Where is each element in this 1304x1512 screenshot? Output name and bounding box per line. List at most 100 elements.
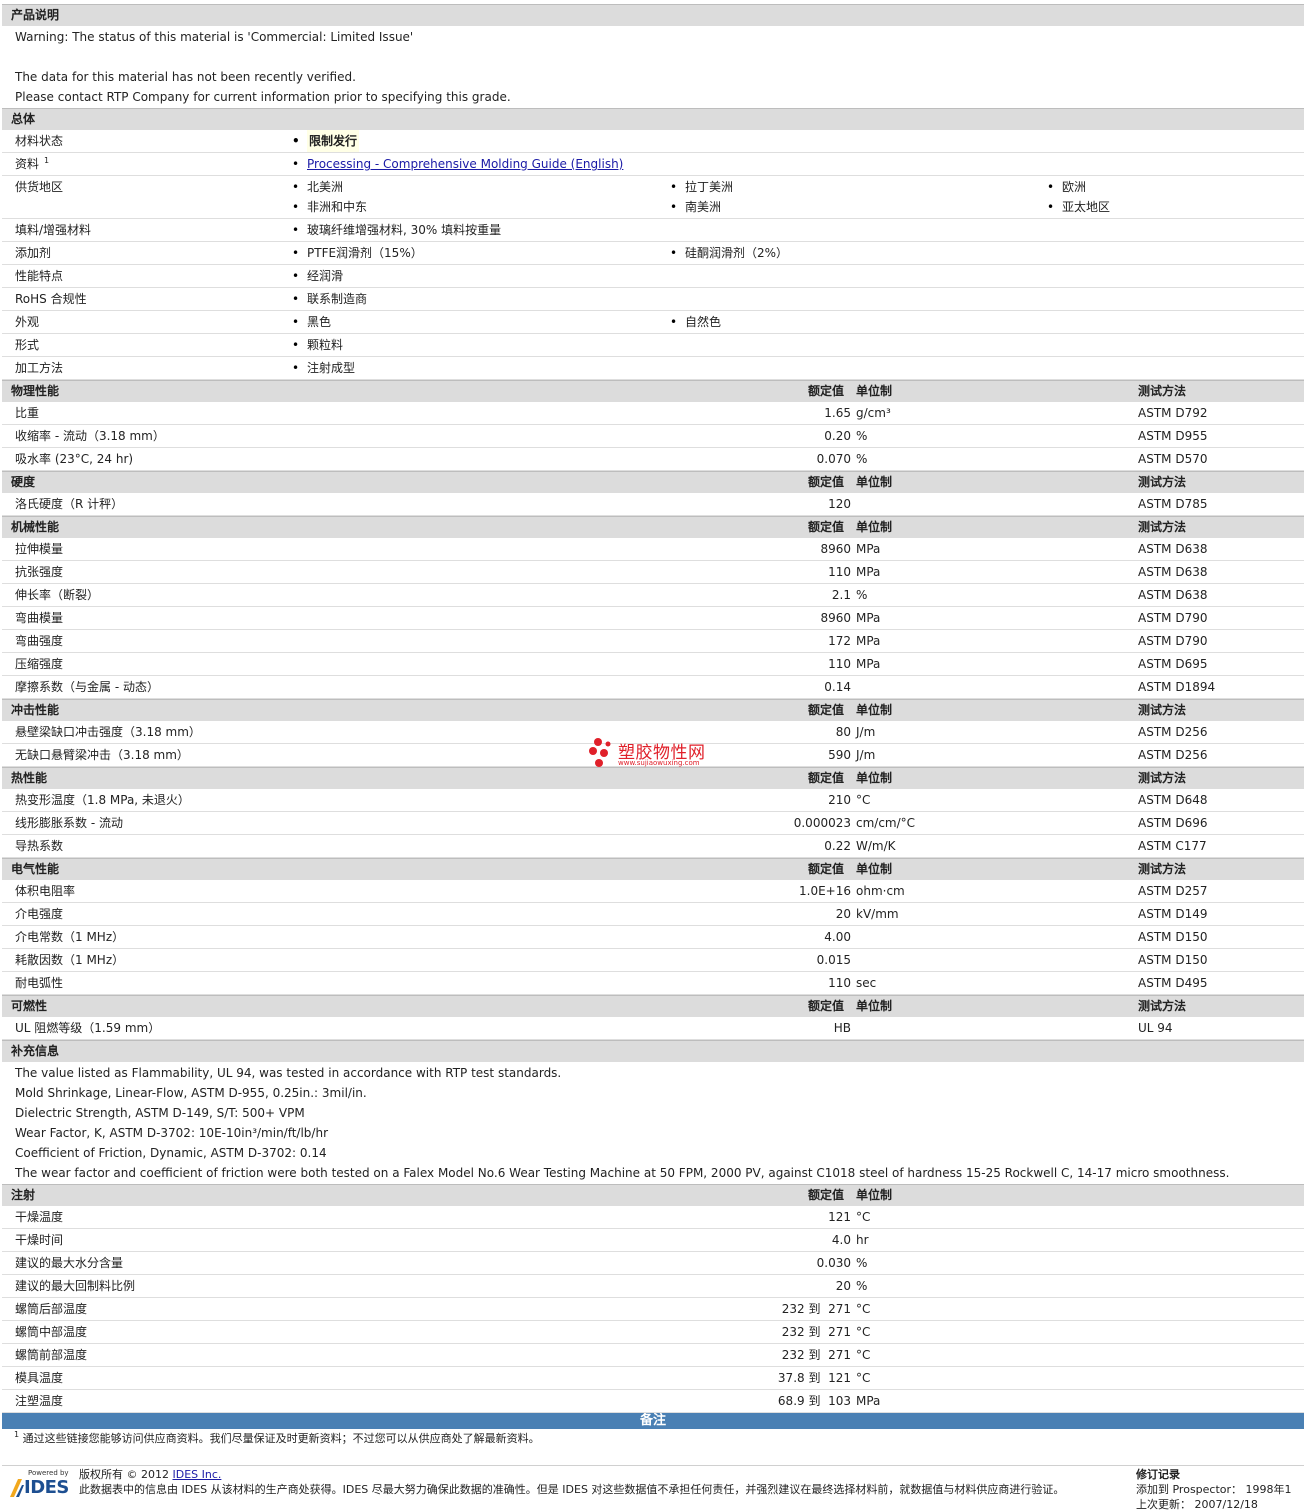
supplement-line: Wear Factor, K, ASTM D-3702: 10E-10in³/m… xyxy=(15,1126,329,1140)
header-nominal: 额定值 xyxy=(808,862,845,876)
revision-history: 修订记录 添加到 Prospector： 1998年1 上次更新： 2007/1… xyxy=(1136,1467,1304,1512)
property-label: 压缩强度 xyxy=(15,657,64,671)
section-title: 产品说明 xyxy=(11,8,60,22)
property-label: 拉伸模量 xyxy=(15,542,64,556)
test-method: ASTM D955 xyxy=(1138,429,1208,443)
injection-row: 螺筒前部温度 232 到 271 °C xyxy=(2,1344,1304,1367)
general-row: 性能特点 经润滑 xyxy=(2,265,1304,288)
general-row: 供货地区 北美洲 拉丁美洲 欧洲非洲和中东 南美洲 亚太地区 xyxy=(2,176,1304,219)
list-item: 自然色 xyxy=(670,311,721,333)
header-test: 测试方法 xyxy=(1138,862,1187,876)
header-unit: 单位制 xyxy=(856,771,893,785)
property-row: 摩擦系数（与金属 - 动态） 0.14 ASTM D1894 xyxy=(2,676,1304,699)
property-label: 伸长率（断裂） xyxy=(15,588,100,602)
property-label: 热变形温度（1.8 MPa, 未退火） xyxy=(15,793,190,807)
section-title: 补充信息 xyxy=(11,1044,60,1058)
property-unit: °C xyxy=(856,1371,871,1385)
property-row: 耗散因数（1 MHz） 0.015 ASTM D150 xyxy=(2,949,1304,972)
property-unit: % xyxy=(856,1256,868,1270)
section-product-description: 产品说明 xyxy=(2,4,1304,26)
property-value: 0.070 xyxy=(816,452,851,466)
ides-brand: IDES xyxy=(24,1477,69,1498)
header-test: 测试方法 xyxy=(1138,999,1187,1013)
section-header: 机械性能 额定值 单位制 测试方法 xyxy=(2,516,1304,538)
header-unit: 单位制 xyxy=(856,1188,893,1202)
footnote-text: 通过这些链接您能够访问供应商资料。我们尽量保证及时更新资料；不过您可以从供应商处… xyxy=(22,1432,540,1445)
footnote-mark: 1 xyxy=(14,1430,20,1439)
ides-logo: Powered by IDES xyxy=(8,1467,70,1507)
injection-row: 螺筒后部温度 232 到 271 °C xyxy=(2,1298,1304,1321)
added-value: 1998年1 xyxy=(1245,1483,1292,1496)
general-row: 外观 黑色 自然色 xyxy=(2,311,1304,334)
property-unit: hr xyxy=(856,1233,869,1247)
property-label: 螺筒后部温度 xyxy=(15,1302,88,1316)
property-value: 0.22 xyxy=(824,839,851,853)
property-label: 比重 xyxy=(15,406,40,420)
row-label: 外观 xyxy=(15,315,40,329)
property-row: 体积电阻率 1.0E+16 ohm·cm ASTM D257 xyxy=(2,880,1304,903)
list-item: 经润滑 xyxy=(292,265,343,287)
property-value: 232 到 271 xyxy=(781,1302,851,1316)
property-label: 介电强度 xyxy=(15,907,64,921)
header-unit: 单位制 xyxy=(856,703,893,717)
notes-title: 备注 xyxy=(639,1413,666,1428)
supplement-line: Mold Shrinkage, Linear-Flow, ASTM D-955,… xyxy=(15,1086,367,1100)
property-value: 8960 xyxy=(820,542,851,556)
property-value: 110 xyxy=(828,657,851,671)
ides-link[interactable]: IDES Inc. xyxy=(172,1468,221,1481)
test-method: ASTM D638 xyxy=(1138,565,1208,579)
added-label: 添加到 Prospector： xyxy=(1136,1483,1243,1496)
property-label: 耐电弧性 xyxy=(15,976,64,990)
general-row: RoHS 合规性 联系制造商 xyxy=(2,288,1304,311)
property-value: 590 xyxy=(828,748,851,762)
row-label: 性能特点 xyxy=(15,269,64,283)
section-title: 电气性能 xyxy=(11,862,60,876)
property-value: 1.0E+16 xyxy=(799,884,851,898)
property-value: 120 xyxy=(828,497,851,511)
list-item: 非洲和中东 xyxy=(292,196,367,218)
property-row: 拉伸模量 8960 MPa ASTM D638 xyxy=(2,538,1304,561)
list-item: 黑色 xyxy=(292,311,331,333)
property-value: 0.14 xyxy=(824,680,851,694)
property-label: 建议的最大水分含量 xyxy=(15,1256,124,1270)
property-value: 20 xyxy=(835,907,851,921)
section-header: 冲击性能 额定值 单位制 测试方法 xyxy=(2,699,1304,721)
property-unit: °C xyxy=(856,1210,871,1224)
property-label: 抗张强度 xyxy=(15,565,64,579)
property-unit: W/m/K xyxy=(856,839,896,853)
injection-row: 干燥时间 4.0 hr xyxy=(2,1229,1304,1252)
property-unit: sec xyxy=(856,976,877,990)
header-test: 测试方法 xyxy=(1138,384,1187,398)
property-label: 摩擦系数（与金属 - 动态） xyxy=(15,680,159,694)
property-row: 耐电弧性 110 sec ASTM D495 xyxy=(2,972,1304,995)
watermark: 塑胶物性网 www.sujiaowuxing.com xyxy=(588,736,728,772)
property-value: 110 xyxy=(828,976,851,990)
test-method: ASTM D150 xyxy=(1138,953,1208,967)
section-header: 电气性能 额定值 单位制 测试方法 xyxy=(2,858,1304,880)
list-item: 欧洲 xyxy=(1047,176,1086,198)
property-label: 弯曲强度 xyxy=(15,634,64,648)
section-title: 冲击性能 xyxy=(11,703,60,717)
test-method: ASTM D648 xyxy=(1138,793,1208,807)
row-label: RoHS 合规性 xyxy=(15,292,87,306)
header-test: 测试方法 xyxy=(1138,520,1187,534)
section-title: 硬度 xyxy=(11,475,36,489)
test-method: ASTM D792 xyxy=(1138,406,1208,420)
property-value: 0.015 xyxy=(816,953,851,967)
list-item: 南美洲 xyxy=(670,196,721,218)
supplement-line: Dielectric Strength, ASTM D-149, S/T: 50… xyxy=(15,1106,305,1120)
property-unit: % xyxy=(856,588,868,602)
notes-bar: 备注 xyxy=(2,1413,1304,1429)
property-row: 弯曲模量 8960 MPa ASTM D790 xyxy=(2,607,1304,630)
list-item: 联系制造商 xyxy=(292,288,367,310)
row-label: 添加剂 xyxy=(15,246,52,260)
test-method: ASTM D257 xyxy=(1138,884,1208,898)
resource-link[interactable]: Processing - Comprehensive Molding Guide… xyxy=(292,153,623,175)
row-label: 材料状态 xyxy=(15,134,64,148)
property-value: 2.1 xyxy=(831,588,851,602)
injection-row: 建议的最大回制料比例 20% xyxy=(2,1275,1304,1298)
section-header: 可燃性 额定值 单位制 测试方法 xyxy=(2,995,1304,1017)
injection-row: 螺筒中部温度 232 到 271 °C xyxy=(2,1321,1304,1344)
property-unit: % xyxy=(856,452,868,466)
row-label: 填料/增强材料 xyxy=(15,223,92,237)
